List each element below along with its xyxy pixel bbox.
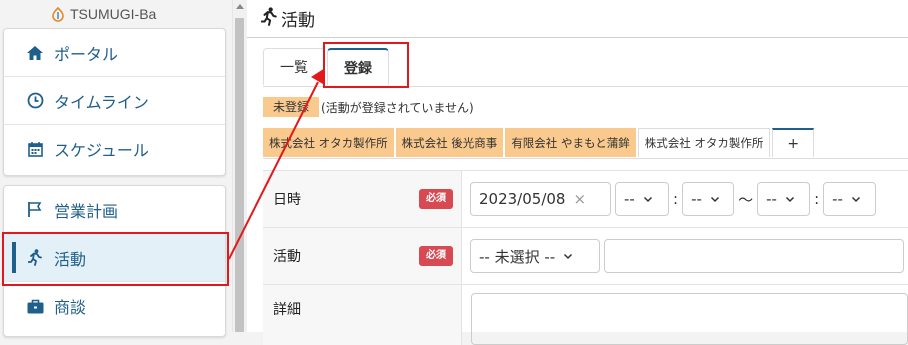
chevron-down-icon	[643, 196, 652, 203]
page-title: 活動	[281, 11, 315, 31]
company-tab[interactable]: 株式会社 オタカ製作所	[263, 128, 394, 157]
detail-row: 詳細	[263, 284, 908, 345]
clock-icon	[26, 92, 44, 110]
sidebar-item-label: 活動	[54, 249, 87, 269]
company-tab[interactable]: 有限会社 やまもと蒲鉾	[505, 128, 636, 157]
logo-icon	[52, 6, 64, 22]
subtabs-divider	[263, 158, 908, 159]
add-tab-button[interactable]: +	[772, 128, 815, 157]
sidebar-item-label: タイムライン	[54, 92, 149, 112]
activity-form: 日時 必須 2023/05/08 × -- : -- 〜 --: -- 活動 …	[263, 170, 908, 345]
status-message: (活動が登録されていません)	[321, 100, 474, 115]
sidebar-item-activity[interactable]: 活動	[4, 234, 225, 282]
activity-row: 活動 必須 -- 未選択 --	[263, 227, 908, 284]
main-content: 活動 一覧 登録 未登録 (活動が登録されていません) 株式会社 オタカ製作所 …	[247, 0, 908, 345]
sidebar-item-label: 営業計画	[54, 201, 119, 221]
sidebar-item-schedule[interactable]: スケジュール	[4, 125, 225, 173]
tab-register[interactable]: 登録	[327, 48, 389, 85]
chevron-down-icon	[564, 253, 573, 260]
sidebar-item-label: 商談	[54, 298, 87, 317]
detail-label: 詳細	[273, 302, 301, 318]
required-badge: 必須	[419, 246, 453, 266]
sidebar-item-label: スケジュール	[54, 141, 149, 160]
date-input[interactable]: 2023/05/08 ×	[470, 182, 611, 216]
page-header: 活動	[247, 0, 908, 38]
sidebar-group-main: ポータル タイムライン スケジュール	[3, 28, 226, 176]
minute-start-value: --	[691, 190, 702, 208]
datetime-label-cell: 日時 必須	[263, 171, 462, 227]
calendar-icon	[26, 140, 44, 158]
datetime-label: 日時	[273, 192, 301, 208]
hour-start-value: --	[624, 190, 635, 208]
clear-date-icon[interactable]: ×	[573, 190, 586, 208]
chevron-down-icon	[851, 196, 860, 203]
home-icon	[26, 44, 44, 62]
activity-label-cell: 活動 必須	[263, 228, 462, 284]
running-icon	[26, 249, 44, 267]
chevron-down-icon	[710, 196, 719, 203]
sidebar: TSUMUGI-Ba ポータル タイムライン スケジュール 営業計画 活動 商談	[0, 0, 232, 337]
sidebar-group-sales: 営業計画 活動 商談	[3, 185, 226, 337]
detail-label-cell: 詳細	[263, 285, 462, 345]
app-logo[interactable]: TSUMUGI-Ba	[50, 4, 156, 24]
sidebar-item-label: ポータル	[54, 44, 119, 64]
activity-type-value: -- 未選択 --	[479, 247, 556, 266]
sidebar-item-sales-plan[interactable]: 営業計画	[4, 186, 225, 234]
time-colon: :	[673, 190, 679, 208]
tabs-divider	[263, 86, 908, 87]
company-tab[interactable]: 株式会社 オタカ製作所	[637, 128, 771, 157]
tab-list[interactable]: 一覧	[263, 48, 325, 85]
sidebar-item-deals[interactable]: 商談	[4, 282, 225, 330]
activity-type-select[interactable]: -- 未選択 --	[470, 239, 600, 273]
registration-status: 未登録 (活動が登録されていません)	[263, 97, 474, 117]
range-tilde: 〜	[738, 190, 754, 209]
running-icon	[260, 7, 277, 30]
scroll-up-arrow-icon[interactable]	[236, 4, 244, 9]
activity-label: 活動	[273, 249, 301, 265]
detail-textarea[interactable]	[471, 293, 908, 345]
datetime-row: 日時 必須 2023/05/08 × -- : -- 〜 --: --	[263, 170, 908, 227]
briefcase-icon	[26, 297, 44, 315]
datetime-controls: 2023/05/08 × -- : -- 〜 -- : --	[462, 171, 908, 227]
flag-icon	[26, 201, 44, 219]
company-tab[interactable]: 株式会社 後光商事	[395, 128, 504, 157]
hour-start-select[interactable]: --	[615, 182, 669, 216]
minute-start-select[interactable]: --	[682, 182, 735, 216]
hour-end-select[interactable]: --	[757, 182, 811, 216]
status-badge: 未登録	[263, 97, 320, 117]
date-value: 2023/05/08	[479, 190, 566, 208]
activity-controls: -- 未選択 --	[462, 228, 908, 284]
required-badge: 必須	[419, 189, 453, 209]
view-tabs: 一覧 登録	[263, 48, 391, 86]
logo-text: TSUMUGI-Ba	[70, 6, 157, 22]
company-tabs: 株式会社 オタカ製作所 株式会社 後光商事 有限会社 やまもと蒲鉾 株式会社 オ…	[263, 128, 815, 158]
hour-end-value: --	[766, 190, 777, 208]
sidebar-scrollbar[interactable]	[232, 0, 247, 332]
time-colon: :	[814, 190, 820, 208]
activity-title-input[interactable]	[604, 239, 904, 273]
sidebar-item-timeline[interactable]: タイムライン	[4, 77, 225, 125]
minute-end-value: --	[832, 190, 843, 208]
minute-end-select[interactable]: --	[823, 182, 877, 216]
sidebar-item-portal[interactable]: ポータル	[4, 29, 225, 77]
scrollbar-thumb[interactable]	[235, 18, 244, 332]
chevron-down-icon	[785, 196, 794, 203]
